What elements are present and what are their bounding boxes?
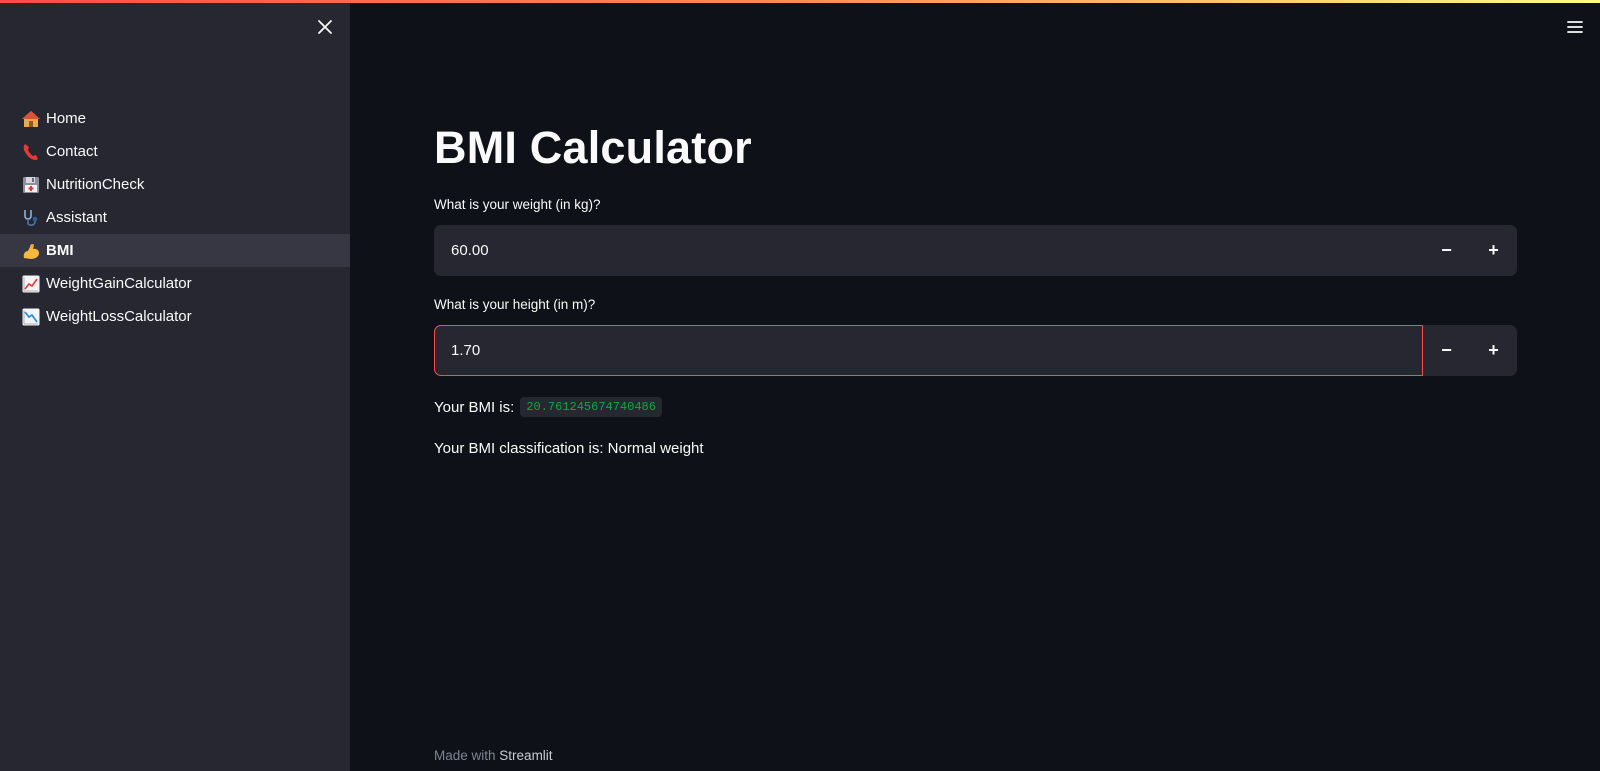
sidebar-item-label: BMI [46, 242, 74, 259]
weight-input[interactable]: 60.00 [434, 225, 1423, 276]
sidebar-item-weightgaincalculator[interactable]: WeightGainCalculator [0, 267, 350, 300]
sidebar-nav: Home Contact NutritionCheck Assistant BM… [0, 102, 350, 333]
bmi-result: Your BMI is: 20.761245674740486 [434, 397, 662, 417]
page-title: BMI Calculator [434, 122, 752, 173]
sidebar-item-label: WeightLossCalculator [46, 308, 192, 325]
bmi-result-label: Your BMI is: [434, 398, 515, 416]
weight-label: What is your weight (in kg)? [434, 197, 601, 212]
sidebar-item-contact[interactable]: Contact [0, 135, 350, 168]
bmi-classification: Your BMI classification is: Normal weigh… [434, 440, 704, 457]
sidebar-item-label: Home [46, 110, 87, 127]
height-input[interactable]: 1.70 [434, 325, 1423, 376]
sidebar-item-label: Contact [46, 143, 98, 160]
sidebar-item-nutritioncheck[interactable]: NutritionCheck [0, 168, 350, 201]
footer-brand-link[interactable]: Streamlit [499, 748, 552, 763]
house-icon [19, 108, 43, 130]
footer-prefix: Made with [434, 748, 496, 763]
height-increment-button[interactable]: + [1470, 325, 1517, 376]
sidebar-item-weightlosscalculator[interactable]: WeightLossCalculator [0, 300, 350, 333]
close-icon [318, 20, 332, 34]
chart-decreasing-icon [19, 306, 43, 328]
weight-increment-button[interactable]: + [1470, 225, 1517, 276]
sidebar-item-label: Assistant [46, 209, 107, 226]
weight-number-input: 60.00 − + [434, 225, 1517, 276]
flexed-biceps-icon [19, 240, 43, 262]
sidebar-item-bmi[interactable]: BMI [0, 234, 350, 267]
floppy-disk-icon [19, 174, 43, 196]
height-number-input: 1.70 − + [434, 325, 1517, 376]
sidebar-item-home[interactable]: Home [0, 102, 350, 135]
telephone-icon [19, 141, 43, 163]
bmi-value-code: 20.761245674740486 [520, 397, 662, 417]
stethoscope-icon [19, 207, 43, 229]
height-label: What is your height (in m)? [434, 297, 596, 312]
sidebar-item-label: WeightGainCalculator [46, 275, 192, 292]
chart-increasing-icon [19, 273, 43, 295]
main-menu-button[interactable] [1564, 16, 1588, 38]
footer: Made with Streamlit [434, 748, 553, 763]
top-decoration-bar [0, 0, 1600, 3]
hamburger-icon [1567, 21, 1583, 33]
weight-decrement-button[interactable]: − [1423, 225, 1470, 276]
sidebar-item-assistant[interactable]: Assistant [0, 201, 350, 234]
close-sidebar-button[interactable] [314, 16, 336, 38]
sidebar-item-label: NutritionCheck [46, 176, 145, 193]
sidebar: Home Contact NutritionCheck Assistant BM… [0, 0, 350, 771]
main-content: BMI Calculator What is your weight (in k… [434, 0, 1517, 771]
height-decrement-button[interactable]: − [1423, 325, 1470, 376]
